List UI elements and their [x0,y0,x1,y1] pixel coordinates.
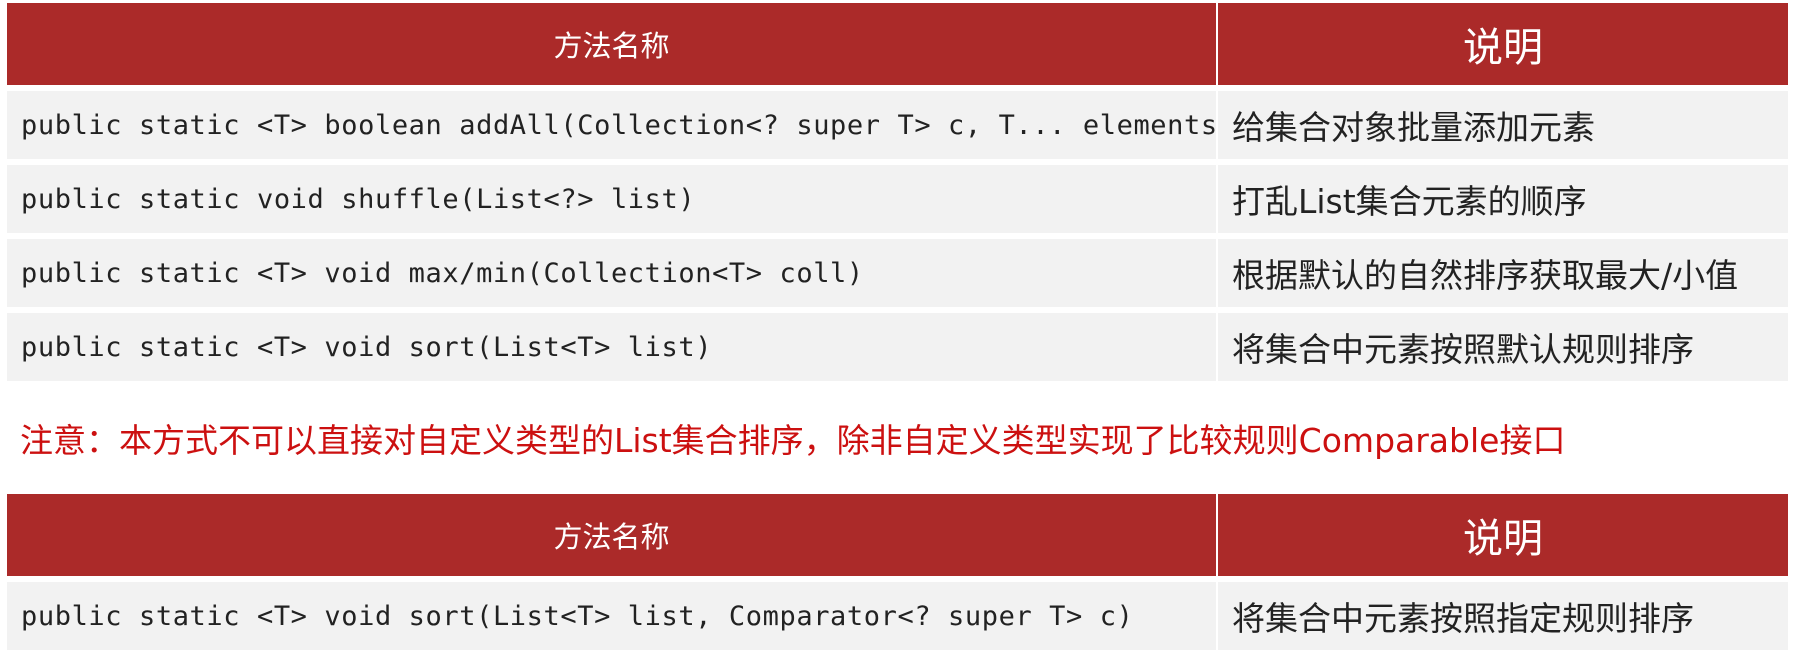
comparator-methods-table: 方法名称 说明 public static <T> void sort(List… [7,494,1788,650]
method-signature: public static <T> boolean addAll(Collect… [7,85,1218,159]
table-header-row: 方法名称 说明 [7,3,1788,85]
method-signature: public static <T> void max/min(Collectio… [7,233,1218,307]
method-description: 打乱List集合元素的顺序 [1218,159,1788,233]
table-row: public static <T> void sort(List<T> list… [7,307,1788,381]
table-row: public static <T> boolean addAll(Collect… [7,85,1788,159]
header-description: 说明 [1218,494,1788,576]
header-description: 说明 [1218,3,1788,85]
table-row: public static <T> void sort(List<T> list… [7,576,1788,650]
table-row: public static void shuffle(List<?> list)… [7,159,1788,233]
method-description: 将集合中元素按照指定规则排序 [1218,576,1788,650]
header-method-name: 方法名称 [7,3,1218,85]
table-header-row: 方法名称 说明 [7,494,1788,576]
method-signature: public static <T> void sort(List<T> list… [7,307,1218,381]
method-signature: public static <T> void sort(List<T> list… [7,576,1218,650]
methods-table: 方法名称 说明 public static <T> boolean addAll… [7,3,1788,381]
method-description: 给集合对象批量添加元素 [1218,85,1788,159]
header-method-name: 方法名称 [7,494,1218,576]
method-description: 根据默认的自然排序获取最大/小值 [1218,233,1788,307]
method-signature: public static void shuffle(List<?> list) [7,159,1218,233]
table-row: public static <T> void max/min(Collectio… [7,233,1788,307]
method-description: 将集合中元素按照默认规则排序 [1218,307,1788,381]
warning-note: 注意：本方式不可以直接对自定义类型的List集合排序，除非自定义类型实现了比较规… [20,421,1566,460]
